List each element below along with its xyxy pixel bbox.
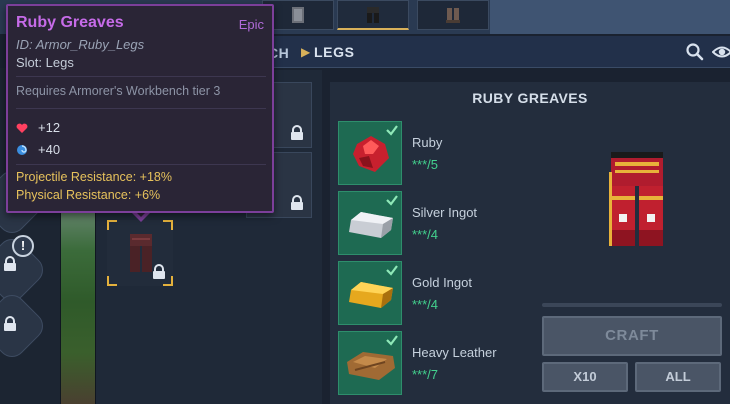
breadcrumb-current: LEGS bbox=[314, 44, 355, 60]
top-bar-background bbox=[490, 0, 730, 34]
tab-boots[interactable] bbox=[417, 0, 489, 30]
item-id: ID: Armor_Ruby_Legs bbox=[16, 37, 145, 52]
ingredient-name: Gold Ingot bbox=[412, 275, 472, 290]
item-rarity: Epic bbox=[238, 17, 264, 32]
ruby-icon bbox=[353, 136, 389, 172]
stat-health-value: +12 bbox=[38, 120, 61, 135]
check-icon bbox=[386, 195, 398, 206]
craft-x10-button[interactable]: X10 bbox=[542, 362, 628, 392]
lock-icon bbox=[153, 264, 165, 279]
tooltip-divider bbox=[16, 164, 266, 165]
ingredient-slot bbox=[338, 261, 402, 325]
recipe-slot-ruby-greaves[interactable] bbox=[107, 220, 173, 286]
ingredient-name: Silver Ingot bbox=[412, 205, 478, 220]
check-icon bbox=[386, 125, 398, 136]
item-slot: Slot: Legs bbox=[16, 55, 74, 70]
silver-ingot-icon bbox=[349, 212, 393, 238]
ingredient-name: Ruby bbox=[412, 135, 443, 150]
tooltip-divider bbox=[16, 76, 266, 77]
ruby-greaves-preview-icon bbox=[609, 152, 663, 246]
ruby-greaves-thumbnail-icon bbox=[130, 234, 152, 272]
selection-corner bbox=[107, 220, 117, 230]
recipe-detail-panel: RUBY GREAVES Ruby ***/5 Silver Ingot ***… bbox=[330, 82, 730, 404]
ingredient-slot bbox=[338, 121, 402, 185]
boots-icon bbox=[446, 8, 460, 23]
selection-corner bbox=[107, 276, 117, 286]
check-icon bbox=[386, 335, 398, 346]
item-tooltip: Ruby Greaves Epic ID: Armor_Ruby_Legs Sl… bbox=[6, 4, 274, 213]
projectile-resistance: Projectile Resistance: +18% bbox=[16, 170, 172, 184]
gold-ingot-icon bbox=[349, 282, 393, 308]
breadcrumb-separator-icon: ▶ bbox=[301, 45, 311, 59]
selection-corner bbox=[163, 220, 173, 230]
heavy-leather-icon bbox=[347, 352, 395, 380]
ingredient-row[interactable]: Ruby ***/5 bbox=[338, 121, 588, 185]
ingredient-quantity: ***/4 bbox=[412, 227, 439, 242]
craft-button[interactable]: CRAFT bbox=[542, 316, 722, 356]
ingredient-row[interactable]: Silver Ingot ***/4 bbox=[338, 191, 588, 255]
ingredient-slot bbox=[338, 331, 402, 395]
mana-swirl-icon bbox=[17, 145, 27, 155]
alert-badge[interactable]: ! bbox=[12, 235, 34, 257]
tooltip-divider bbox=[16, 108, 266, 109]
physical-resistance: Physical Resistance: +6% bbox=[16, 188, 161, 202]
craft-all-button[interactable]: ALL bbox=[635, 362, 721, 392]
tab-legs[interactable] bbox=[337, 0, 409, 30]
craft-progress-track bbox=[542, 303, 722, 307]
world-background-strip bbox=[60, 200, 96, 404]
item-requirement: Requires Armorer's Workbench tier 3 bbox=[16, 84, 221, 98]
stat-mana: +40 bbox=[16, 142, 60, 157]
stat-health: +12 bbox=[16, 120, 60, 135]
stat-mana-value: +40 bbox=[38, 142, 61, 157]
ingredient-quantity: ***/7 bbox=[412, 367, 439, 382]
ingredient-quantity: ***/5 bbox=[412, 157, 439, 172]
lock-icon bbox=[291, 125, 303, 140]
recipe-title: RUBY GREAVES bbox=[472, 90, 588, 106]
lock-icon bbox=[4, 256, 16, 271]
lock-icon bbox=[291, 195, 303, 210]
legs-armor-icon bbox=[367, 6, 379, 23]
ingredient-quantity: ***/4 bbox=[412, 297, 439, 312]
eye-icon[interactable] bbox=[712, 42, 730, 62]
ingredient-slot bbox=[338, 191, 402, 255]
search-icon[interactable] bbox=[685, 42, 705, 62]
chest-armor-icon bbox=[292, 7, 304, 23]
heart-icon bbox=[16, 123, 28, 133]
check-icon bbox=[386, 265, 398, 276]
lock-icon bbox=[4, 316, 16, 331]
item-name: Ruby Greaves bbox=[16, 14, 124, 31]
ingredient-name: Heavy Leather bbox=[412, 345, 497, 360]
